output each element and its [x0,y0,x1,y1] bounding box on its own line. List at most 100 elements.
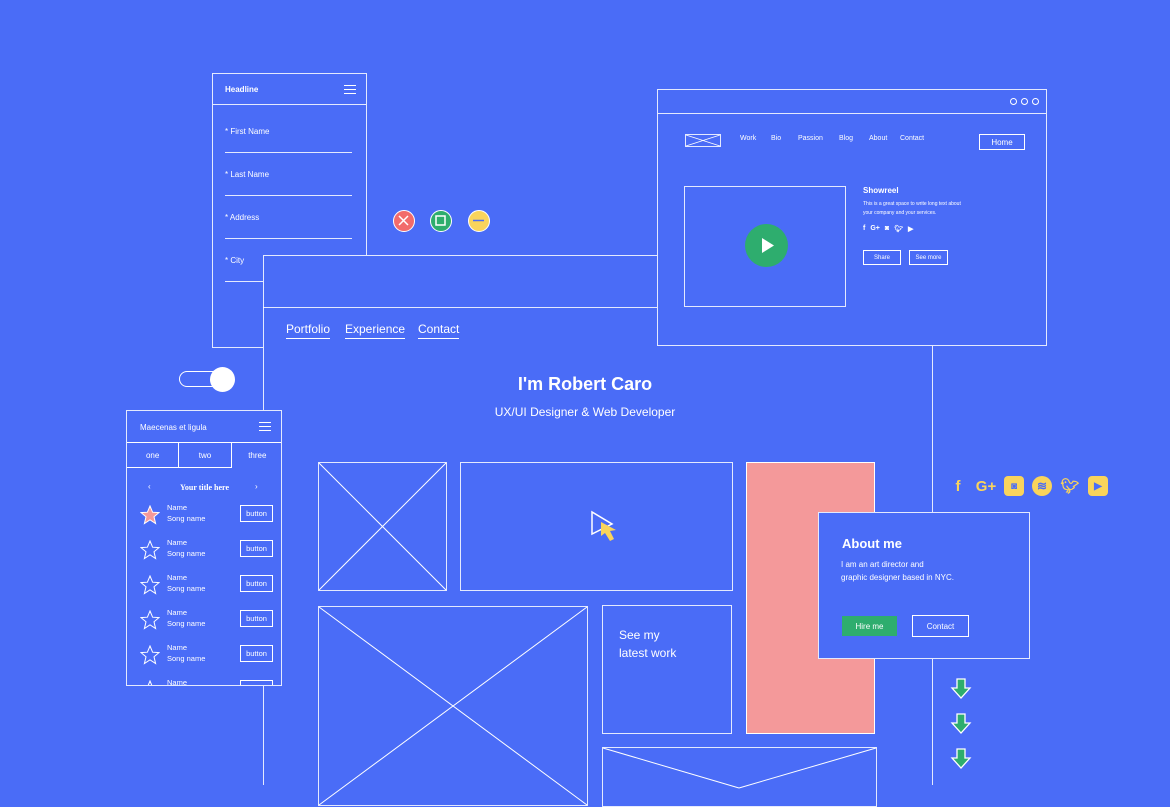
star-icon[interactable] [140,575,160,595]
field-underline [225,152,352,153]
mobile-title: Maecenas et ligula [140,423,207,432]
facebook-icon[interactable]: f [948,476,968,496]
star-icon[interactable] [140,680,160,686]
site-nav-blog[interactable]: Blog [839,135,853,142]
item-name: Name [167,608,188,617]
about-text-2: graphic designer based in NYC. [841,573,954,582]
share-button[interactable]: Share [863,250,901,265]
toggle-knob[interactable] [210,367,235,392]
spotify-icon[interactable]: ≋ [1032,476,1052,496]
hero-subtitle: UX/UI Designer & Web Developer [494,405,676,419]
site-nav-contact[interactable]: Contact [900,135,924,142]
site-window: Work Bio Passion Blog About Contact Home Show… [657,89,1047,346]
form-title: Headline [225,85,259,94]
field-label: * First Name [225,127,270,136]
maximize-button[interactable] [430,210,452,232]
window-dots-icon[interactable] [1010,98,1039,105]
field-label: * Address [225,213,260,222]
about-card: About me I am an art director and graphi… [818,512,1030,659]
item-button[interactable]: button [240,505,273,522]
next-icon[interactable]: › [255,482,258,491]
tab-three[interactable]: three [232,443,281,468]
facebook-icon[interactable]: f [863,225,865,233]
item-button[interactable]: button [240,645,273,662]
field-label: * Last Name [225,170,270,179]
field-underline [225,195,352,196]
divider [213,104,366,105]
hire-me-button[interactable]: Hire me [842,616,897,636]
item-song: Song name [167,654,206,663]
menu-icon[interactable] [259,422,271,431]
google-plus-icon[interactable]: G+ [976,476,996,496]
item-button[interactable]: button [240,575,273,592]
item-button[interactable] [240,680,273,685]
arrow-down-icon [950,748,972,769]
item-button[interactable]: button [240,610,273,627]
tab-two[interactable]: two [179,443,232,468]
twitter-icon[interactable]: 🐦︎ [1060,476,1080,496]
menu-icon[interactable] [344,85,356,94]
item-button[interactable]: button [240,540,273,557]
youtube-icon[interactable]: ▶ [908,225,913,233]
latest-work-tile[interactable]: See my latest work [602,605,732,734]
about-text-1: I am an art director and [841,560,924,569]
site-nav-about[interactable]: About [869,135,887,142]
main-nav-experience[interactable]: Experience [345,322,406,339]
item-name: Name [167,643,188,652]
tab-one[interactable]: one [127,443,180,468]
home-button[interactable]: Home [979,134,1025,150]
star-icon[interactable] [140,505,160,525]
item-song: Song name [167,619,206,628]
star-icon[interactable] [140,540,160,560]
item-name: Name [167,573,188,582]
play-icon [762,238,774,253]
site-nav-passion[interactable]: Passion [798,135,823,142]
video-placeholder[interactable] [460,462,733,591]
about-title: About me [842,536,902,551]
showreel-title: Showreel [863,186,899,195]
item-song: Song name [167,549,206,558]
field-label: * City [225,256,245,265]
item-name: Name [167,503,188,512]
site-nav-bio[interactable]: Bio [771,135,781,142]
minimize-icon [473,219,484,222]
minimize-button[interactable] [468,210,490,232]
instagram-icon[interactable]: ◙ [885,225,889,233]
instagram-icon[interactable]: ◙ [1004,476,1024,496]
main-nav-portfolio[interactable]: Portfolio [286,322,331,339]
item-song: Song name [167,584,206,593]
showreel-text: This is a great space to write long text… [863,201,961,216]
google-plus-icon[interactable]: G+ [870,225,880,233]
image-placeholder-bottom [602,747,877,807]
close-button[interactable] [393,210,415,232]
item-song: Song name [167,514,206,523]
item-name: Name [167,538,188,547]
item-name: Name [167,678,188,686]
arrow-down-icon [950,678,972,699]
divider [658,113,1046,114]
maximize-icon [435,215,446,226]
mobile-panel: Maecenas et ligula one two three ‹ Your ti… [126,410,282,686]
contact-button[interactable]: Contact [912,615,969,637]
prev-icon[interactable]: ‹ [148,482,151,491]
youtube-icon[interactable]: ▶ [1088,476,1108,496]
star-icon[interactable] [140,610,160,630]
arrow-down-icon [950,713,972,734]
image-placeholder [318,462,447,591]
cursor-icon [591,510,616,541]
see-more-button[interactable]: See more [909,250,948,265]
field-underline [225,238,352,239]
list-title: Your title here [179,483,230,492]
site-nav-work[interactable]: Work [740,135,756,142]
twitter-icon[interactable]: 🐦︎ [894,225,903,233]
close-icon [398,215,409,226]
play-button[interactable] [745,224,788,267]
logo-placeholder [685,134,721,147]
star-icon[interactable] [140,645,160,665]
image-placeholder-large [318,606,588,806]
mobile-tabs: one two three [127,442,281,468]
showreel-video[interactable] [684,186,846,307]
showreel-social-icons: f G+ ◙ 🐦︎ ▶ [863,225,913,233]
latest-work-text: See my latest work [619,628,677,660]
main-nav-contact[interactable]: Contact [418,322,460,339]
